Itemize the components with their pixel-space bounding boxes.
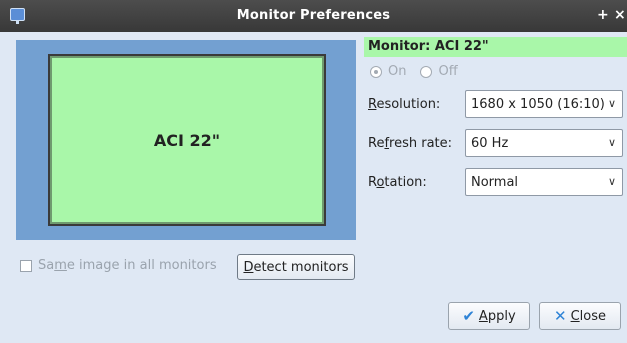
monitor-panel-header: Monitor: ACI 22" — [364, 37, 627, 57]
x-icon: ✕ — [554, 307, 567, 325]
resolution-select[interactable]: 1680 x 1050 (16:10) ∨ — [465, 90, 623, 118]
close-label: Close — [570, 308, 606, 324]
close-window-icon[interactable]: × — [614, 7, 626, 23]
power-radio-group: On Off — [370, 64, 472, 79]
same-image-option[interactable]: Same image in all monitors — [20, 258, 217, 273]
window-title: Monitor Preferences — [236, 8, 391, 23]
power-off-radio[interactable] — [420, 65, 433, 78]
chevron-down-icon: ∨ — [607, 136, 616, 149]
refresh-rate-select[interactable]: 60 Hz ∨ — [465, 129, 623, 157]
monitor-layout-preview: ACI 22" — [16, 40, 356, 240]
maximize-icon[interactable]: + — [597, 7, 609, 23]
apply-label: Apply — [478, 308, 516, 324]
power-off-label: Off — [438, 64, 458, 79]
power-on-radio[interactable] — [370, 65, 382, 78]
rotation-label: Rotation: — [368, 175, 427, 190]
rotation-select[interactable]: Normal ∨ — [465, 168, 623, 196]
monitor-tile[interactable]: ACI 22" — [48, 54, 326, 226]
same-image-checkbox[interactable] — [20, 259, 32, 272]
chevron-down-icon: ∨ — [607, 175, 616, 188]
chevron-down-icon: ∨ — [607, 97, 616, 110]
close-button[interactable]: ✕ Close — [539, 302, 621, 330]
resolution-label: Resolution: — [368, 97, 441, 112]
checkmark-icon: ✔ — [462, 307, 475, 325]
rotation-value: Normal — [471, 174, 519, 190]
resolution-value: 1680 x 1050 (16:10) — [471, 96, 605, 112]
title-bar: Monitor Preferences + × — [0, 0, 627, 32]
refresh-rate-label: Refresh rate: — [368, 136, 453, 151]
same-image-label: Same image in all monitors — [38, 258, 217, 273]
detect-monitors-button[interactable]: Detect monitors — [237, 254, 355, 280]
power-on-label: On — [388, 64, 407, 79]
detect-monitors-label: Detect monitors — [243, 259, 349, 275]
monitor-tile-label: ACI 22" — [153, 130, 221, 150]
refresh-rate-value: 60 Hz — [471, 135, 509, 151]
apply-button[interactable]: ✔ Apply — [448, 302, 530, 330]
